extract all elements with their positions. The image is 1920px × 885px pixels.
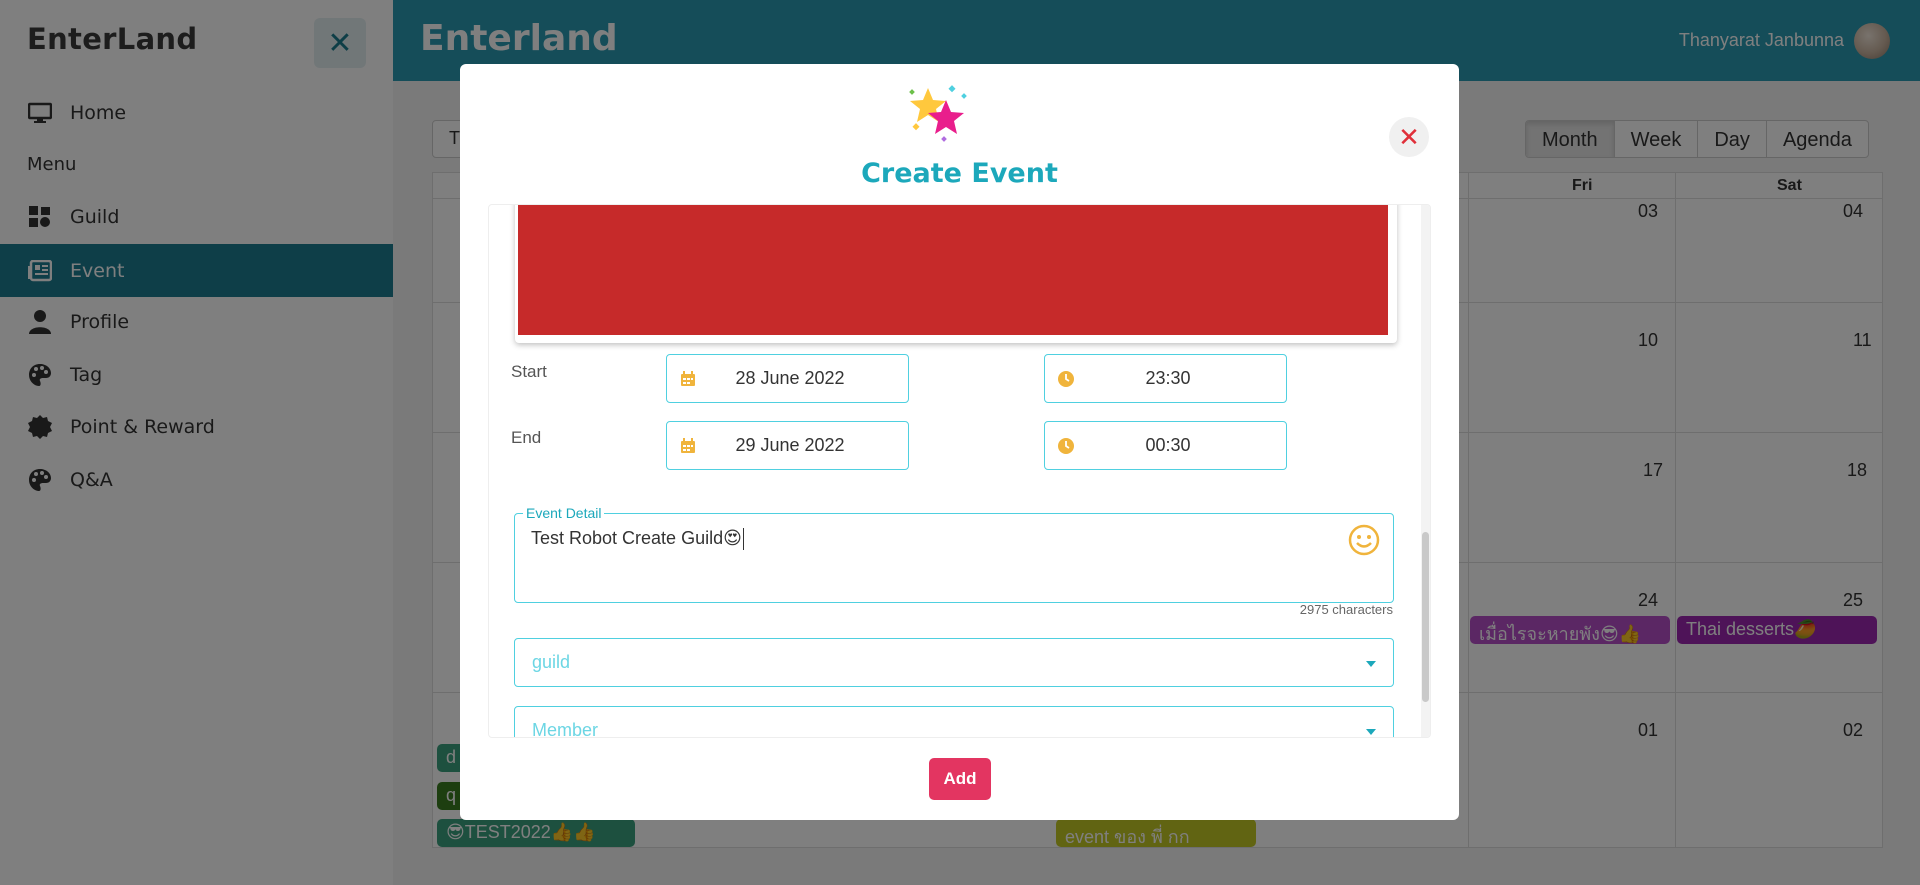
create-event-modal: ✕ Create Event Start 28 June 2022 23:30 … (460, 64, 1459, 820)
cover-image (518, 205, 1388, 335)
character-count: 2975 characters (1299, 602, 1393, 617)
start-time-input[interactable]: 23:30 (1044, 354, 1287, 403)
modal-title: Create Event (861, 158, 1058, 189)
close-icon: ✕ (1398, 121, 1420, 152)
guild-select-placeholder: guild (532, 652, 571, 672)
end-date-input[interactable]: 29 June 2022 (666, 421, 909, 470)
chevron-down-icon (1366, 729, 1376, 735)
event-detail-field[interactable]: Event Detail Test Robot Create Guild😍 (514, 505, 1394, 603)
scrollbar-thumb[interactable] (1422, 532, 1429, 702)
member-select-placeholder: Member (532, 720, 599, 738)
calendar-icon (678, 369, 698, 389)
calendar-icon (678, 436, 698, 456)
event-detail-legend: Event Detail (523, 505, 605, 521)
add-button[interactable]: Add (929, 758, 991, 800)
event-detail-textarea[interactable]: Test Robot Create Guild😍 (531, 528, 744, 551)
chevron-down-icon (1366, 661, 1376, 667)
guild-select[interactable]: guild (514, 638, 1394, 687)
clock-icon (1056, 369, 1076, 389)
end-label: End (511, 428, 542, 447)
start-time-value: 23:30 (1145, 368, 1191, 388)
start-label: Start (511, 362, 547, 381)
scrollbar[interactable] (1421, 205, 1430, 737)
end-time-value: 00:30 (1145, 435, 1191, 455)
text-caret (742, 528, 744, 551)
event-detail-value: Test Robot Create Guild😍 (531, 528, 742, 548)
stars-icon (906, 82, 970, 146)
start-date-value: 28 June 2022 (735, 368, 845, 388)
modal-close-button[interactable]: ✕ (1389, 117, 1429, 157)
clock-icon (1056, 436, 1076, 456)
end-date-value: 29 June 2022 (735, 435, 845, 455)
start-date-input[interactable]: 28 June 2022 (666, 354, 909, 403)
cover-image-card[interactable] (515, 205, 1397, 343)
member-select[interactable]: Member (514, 706, 1394, 738)
modal-form-body[interactable]: Start 28 June 2022 23:30 End 29 June 202… (488, 204, 1431, 738)
emoji-picker-icon[interactable] (1348, 524, 1380, 556)
end-time-input[interactable]: 00:30 (1044, 421, 1287, 470)
